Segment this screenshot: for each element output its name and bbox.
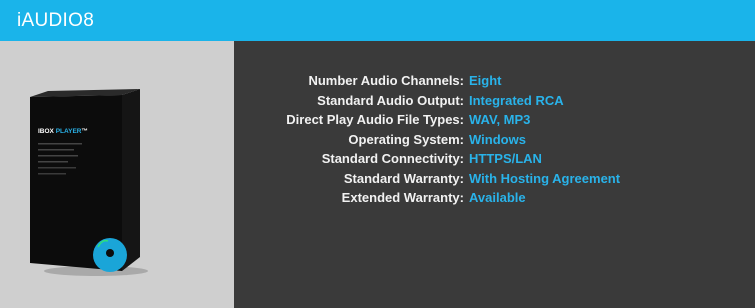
spec-value: Windows [469,131,526,147]
spec-value: Integrated RCA [469,92,564,108]
spec-value: HTTPS/LAN [469,151,542,167]
box-disc-center [106,249,114,257]
spec-row-operating-system: Operating System: Windows [234,130,755,150]
spec-row-file-types: Direct Play Audio File Types: WAV, MP3 [234,110,755,130]
spec-row-standard-warranty: Standard Warranty: With Hosting Agreemen… [234,169,755,189]
product-image-panel: IBOX PLAYER™ [0,41,234,308]
spec-row-extended-warranty: Extended Warranty: Available [234,188,755,208]
product-header: iAUDIO8 [0,0,755,41]
box-text-line [38,149,74,151]
box-text-line [38,173,66,175]
box-text-line [38,161,68,163]
product-title: iAUDIO8 [17,9,95,31]
spec-value: Eight [469,73,502,89]
spec-label: Standard Connectivity: [321,151,464,167]
spec-label: Standard Warranty: [343,170,464,186]
product-specs-panel: Number Audio Channels: Eight Standard Au… [234,41,755,308]
box-text-line [38,167,76,169]
box-text-line [38,155,78,157]
spec-value: WAV, MP3 [469,112,531,128]
spec-row-connectivity: Standard Connectivity: HTTPS/LAN [234,149,755,169]
box-side [122,89,140,271]
product-box-image: IBOX PLAYER™ [30,89,148,276]
spec-label: Direct Play Audio File Types: [286,112,464,128]
spec-label: Operating System: [348,131,464,147]
spec-label: Number Audio Channels: [308,73,464,89]
box-brand-label: IBOX PLAYER™ [38,128,88,135]
box-text-line [38,143,82,145]
spec-value: With Hosting Agreement [469,170,621,186]
spec-row-audio-output: Standard Audio Output: Integrated RCA [234,91,755,111]
product-card: iAUDIO8 IBOX PLAYER™ Number Audio Channe… [0,0,755,308]
spec-row-audio-channels: Number Audio Channels: Eight [234,71,755,91]
spec-label: Standard Audio Output: [317,92,464,108]
spec-value: Available [469,190,526,206]
spec-label: Extended Warranty: [341,190,464,206]
specs-list: Number Audio Channels: Eight Standard Au… [234,71,755,208]
